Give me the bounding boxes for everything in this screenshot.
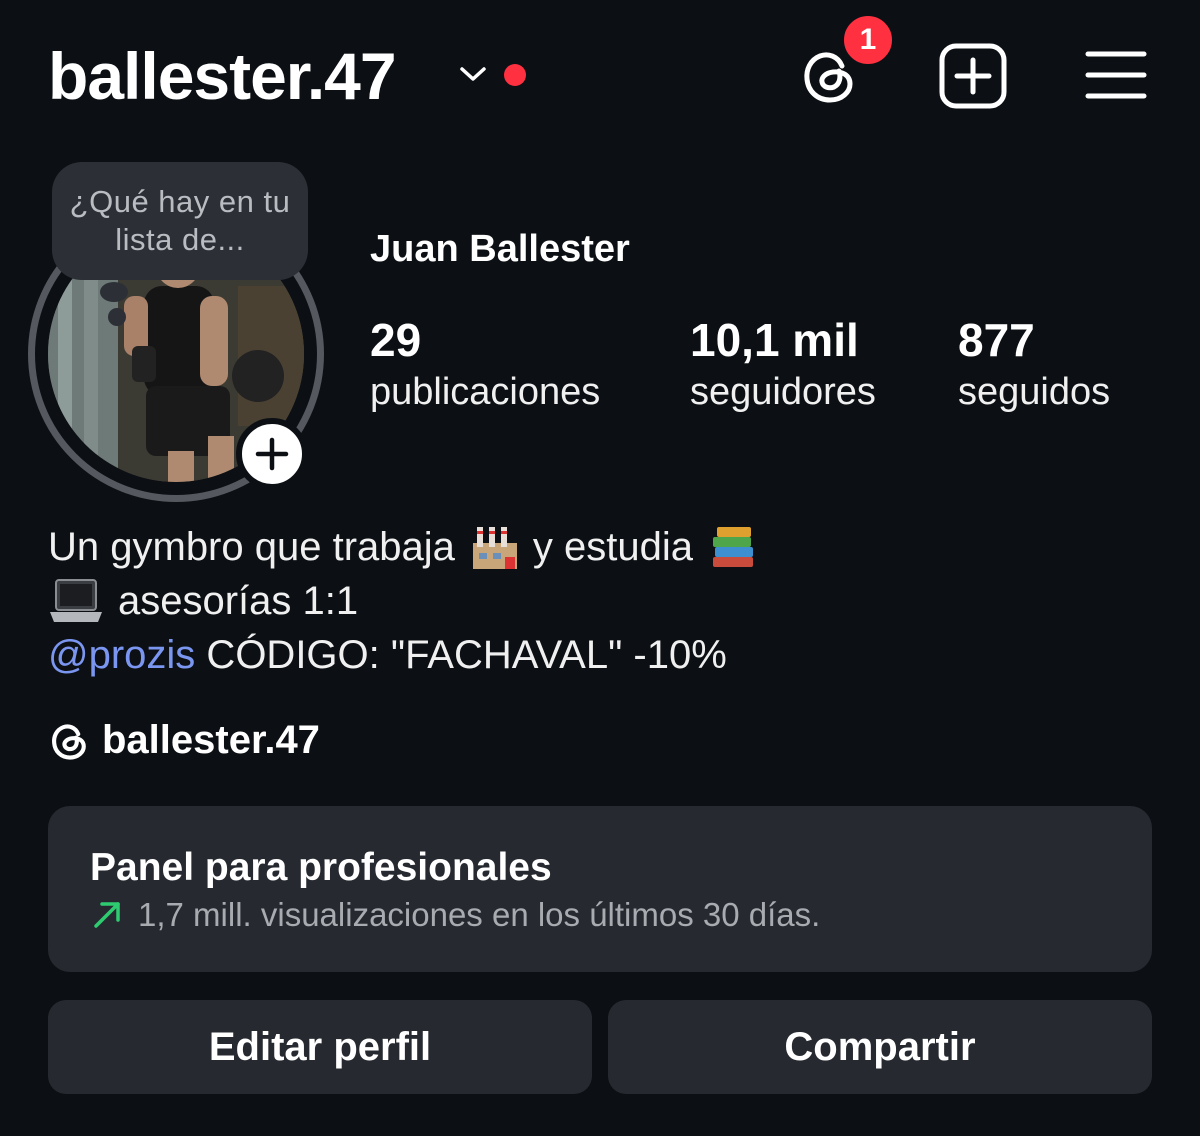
bio-text: Un gymbro que trabaja — [48, 525, 455, 569]
trend-up-arrow-icon — [94, 902, 120, 928]
chevron-down-icon[interactable] — [458, 64, 488, 84]
bio-line-2: asesorías 1:1 — [48, 574, 757, 628]
stat-label: publicaciones — [370, 371, 601, 413]
bio: Un gymbro que trabaja y estudia asesoría… — [48, 520, 757, 682]
stat-label: seguidos — [958, 371, 1111, 413]
edit-profile-button[interactable]: Editar perfil — [48, 1000, 592, 1094]
laptop-emoji-icon — [50, 579, 102, 622]
stat-value: 877 — [958, 314, 1035, 366]
stat-label: seguidores — [690, 371, 876, 413]
stat-posts[interactable]: 29 publicaciones — [370, 312, 600, 416]
pro-panel-subtitle-row: 1,7 mill. visualizaciones en los últimos… — [90, 896, 820, 934]
threads-icon — [52, 723, 86, 760]
note-bubble-tail-dot — [108, 308, 126, 326]
stat-value: 10,1 mil — [690, 314, 859, 366]
bio-text: CÓDIGO: "FACHAVAL" -10% — [195, 633, 727, 677]
notification-badge: 1 — [840, 12, 896, 68]
share-profile-button[interactable]: Compartir — [608, 1000, 1152, 1094]
threads-handle: ballester.47 — [102, 718, 320, 762]
bio-text: asesorías 1:1 — [118, 579, 359, 623]
stat-followers[interactable]: 10,1 mil seguidores — [690, 312, 876, 416]
add-post-icon[interactable] — [938, 42, 1008, 110]
pro-panel-subtitle: 1,7 mill. visualizaciones en los últimos… — [138, 896, 821, 933]
note-bubble-tail — [100, 282, 128, 302]
bio-line-1: Un gymbro que trabaja y estudia — [48, 520, 757, 574]
books-emoji-icon — [713, 527, 754, 567]
mention-link[interactable]: @prozis — [48, 628, 195, 682]
display-name: Juan Ballester — [370, 228, 630, 270]
pro-panel-title: Panel para profesionales — [90, 846, 552, 889]
bio-text: y estudia — [532, 525, 694, 569]
profile-note[interactable]: ¿Qué hay en tu lista de... — [52, 162, 308, 280]
add-story-button[interactable] — [236, 418, 308, 490]
factory-emoji-icon — [472, 527, 517, 569]
profile-page: ballester.47 1 ¿Qué hay en tu lista de..… — [0, 0, 1200, 1136]
stat-following[interactable]: 877 seguidos — [958, 312, 1110, 416]
professional-dashboard-card[interactable]: Panel para profesionales 1,7 mill. visua… — [48, 806, 1152, 972]
unread-dot — [504, 64, 526, 86]
plus-icon — [255, 437, 289, 471]
stat-value: 29 — [370, 314, 422, 366]
menu-icon[interactable] — [1084, 48, 1148, 102]
username-switcher[interactable]: ballester.47 — [48, 38, 397, 114]
bio-line-3: @prozis CÓDIGO: "FACHAVAL" -10% — [48, 628, 757, 682]
threads-profile-link[interactable]: ballester.47 — [48, 718, 320, 763]
